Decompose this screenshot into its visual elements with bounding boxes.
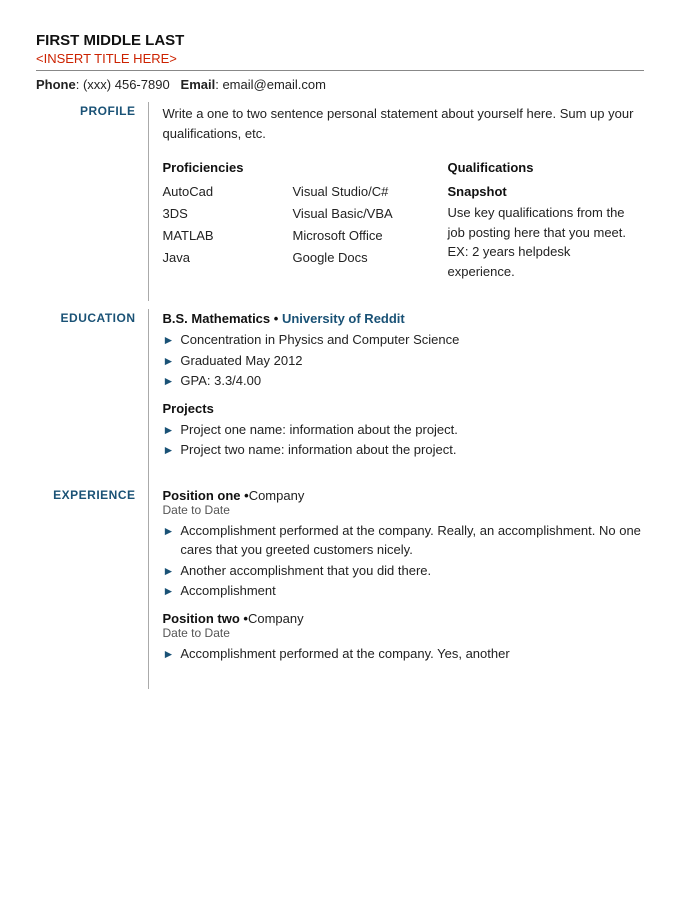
pos-one-b3-text: Accomplishment <box>180 581 275 601</box>
email-address: email@email.com <box>222 77 326 92</box>
profile-section: PROFILE Write a one to two sentence pers… <box>36 102 644 301</box>
arrow-icon-p1: ► <box>163 421 175 439</box>
pos-one-bullets: ► Accomplishment performed at the compan… <box>163 521 645 601</box>
proficiencies-header: Proficiencies <box>163 157 283 179</box>
pos-two-b1-text: Accomplishment performed at the company.… <box>180 644 509 664</box>
arrow-icon-2: ► <box>163 352 175 370</box>
education-content: B.S. Mathematics • University of Reddit … <box>148 309 644 486</box>
position-one: Position one •Company Date to Date ► Acc… <box>163 488 645 601</box>
arrow-icon-e3: ► <box>163 582 175 600</box>
profile-label: PROFILE <box>36 102 148 301</box>
experience-content: Position one •Company Date to Date ► Acc… <box>148 486 644 690</box>
pos-two-date: Date to Date <box>163 626 645 640</box>
arrow-icon-e4: ► <box>163 645 175 663</box>
full-name: FIRST MIDDLE LAST <box>36 32 644 49</box>
resume-body: PROFILE Write a one to two sentence pers… <box>36 102 644 689</box>
edu-bullet-3-text: GPA: 3.3/4.00 <box>180 371 261 391</box>
edu-bullet-1-text: Concentration in Physics and Computer Sc… <box>180 330 459 350</box>
pos-one-name: Position one <box>163 488 241 503</box>
header-divider <box>36 70 644 71</box>
arrow-icon-3: ► <box>163 372 175 390</box>
experience-section: EXPERIENCE Position one •Company Date to… <box>36 486 644 690</box>
education-bullets: ► Concentration in Physics and Computer … <box>163 330 645 391</box>
phone-label: Phone <box>36 77 76 92</box>
edu-bullet-2: ► Graduated May 2012 <box>163 351 645 371</box>
arrow-icon-p2: ► <box>163 441 175 459</box>
header: FIRST MIDDLE LAST <INSERT TITLE HERE> Ph… <box>36 32 644 92</box>
position-one-title: Position one •Company <box>163 488 645 503</box>
contact-info: Phone: (xxx) 456-7890 Email: email@email… <box>36 77 644 92</box>
pos-one-b2: ► Another accomplishment that you did th… <box>163 561 645 581</box>
pos-one-company: Company <box>249 488 305 503</box>
pos-two-b1: ► Accomplishment performed at the compan… <box>163 644 645 664</box>
prof-java: Java <box>163 247 283 269</box>
pos-two-company: Company <box>248 611 304 626</box>
email-label: Email <box>181 77 216 92</box>
university-name: University of Reddit <box>282 311 405 326</box>
edu-bullet-2-text: Graduated May 2012 <box>180 351 302 371</box>
job-title: <INSERT TITLE HERE> <box>36 51 644 66</box>
prof-autocad: AutoCad <box>163 181 283 203</box>
education-section: EDUCATION B.S. Mathematics • University … <box>36 309 644 486</box>
pos-two-name: Position two <box>163 611 240 626</box>
degree-heading: B.S. Mathematics • University of Reddit <box>163 311 645 326</box>
pos-one-b2-text: Another accomplishment that you did ther… <box>180 561 431 581</box>
profile-text: Write a one to two sentence personal sta… <box>163 104 645 143</box>
prof-vs: Visual Studio/C# <box>293 181 438 203</box>
project-bullet-2: ► Project two name: information about th… <box>163 440 645 460</box>
snapshot-label: Snapshot <box>448 181 635 203</box>
prof-3ds: 3DS <box>163 203 283 225</box>
arrow-icon-1: ► <box>163 331 175 349</box>
proficiency-table: Proficiencies AutoCad 3DS MATLAB Java Vi… <box>163 157 645 281</box>
position-two: Position two •Company Date to Date ► Acc… <box>163 611 645 664</box>
qualifications-header: Qualifications <box>448 157 635 179</box>
experience-label: EXPERIENCE <box>36 486 148 690</box>
pos-one-b1-text: Accomplishment performed at the company.… <box>180 521 644 560</box>
profile-content: Write a one to two sentence personal sta… <box>148 102 644 301</box>
edu-bullet-3: ► GPA: 3.3/4.00 <box>163 371 645 391</box>
projects-bullets: ► Project one name: information about th… <box>163 420 645 460</box>
edu-bullet-1: ► Concentration in Physics and Computer … <box>163 330 645 350</box>
project-bullet-1-text: Project one name: information about the … <box>180 420 458 440</box>
prof-msoffice: Microsoft Office <box>293 225 438 247</box>
arrow-icon-e2: ► <box>163 562 175 580</box>
education-label: EDUCATION <box>36 309 148 486</box>
arrow-icon-e1: ► <box>163 522 175 540</box>
phone-number: (xxx) 456-7890 <box>83 77 170 92</box>
position-two-title: Position two •Company <box>163 611 645 626</box>
prof-gdocs: Google Docs <box>293 247 438 269</box>
pos-one-date: Date to Date <box>163 503 645 517</box>
snapshot-text: Use key qualifications from the job post… <box>448 203 635 281</box>
project-bullet-1: ► Project one name: information about th… <box>163 420 645 440</box>
prof-vb: Visual Basic/VBA <box>293 203 438 225</box>
proficiencies-header-spacer <box>293 157 438 179</box>
prof-matlab: MATLAB <box>163 225 283 247</box>
degree-name: B.S. Mathematics <box>163 311 271 326</box>
pos-two-bullets: ► Accomplishment performed at the compan… <box>163 644 645 664</box>
pos-one-b3: ► Accomplishment <box>163 581 645 601</box>
bullet-separator: • <box>274 311 282 326</box>
projects-title: Projects <box>163 401 645 416</box>
project-bullet-2-text: Project two name: information about the … <box>180 440 456 460</box>
pos-one-b1: ► Accomplishment performed at the compan… <box>163 521 645 560</box>
